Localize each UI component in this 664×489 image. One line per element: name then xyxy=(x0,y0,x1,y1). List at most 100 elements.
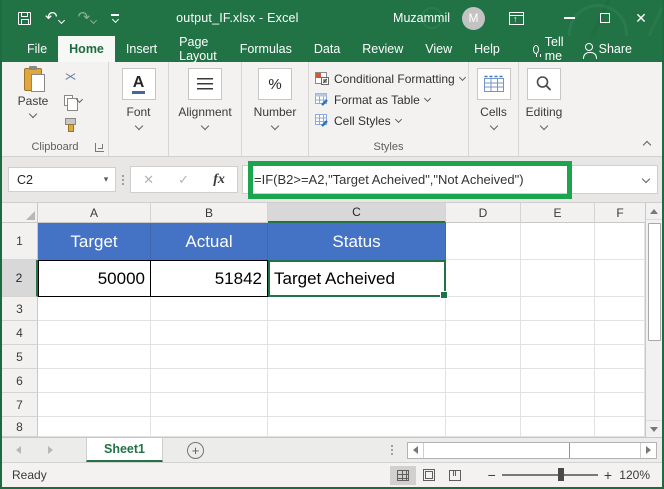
cell-e2[interactable] xyxy=(521,260,595,297)
tab-formulas[interactable]: Formulas xyxy=(229,36,303,62)
redo-button[interactable]: ↷ xyxy=(74,8,101,28)
cell-e3[interactable] xyxy=(521,297,595,321)
cell-b7[interactable] xyxy=(151,393,268,417)
cell-b3[interactable] xyxy=(151,297,268,321)
tab-data[interactable]: Data xyxy=(303,36,351,62)
cell-b6[interactable] xyxy=(151,369,268,393)
cell-c5[interactable] xyxy=(268,345,446,369)
maximize-button[interactable] xyxy=(590,5,620,31)
tab-scroll-grip-icon[interactable] xyxy=(385,445,399,455)
save-button[interactable] xyxy=(14,10,35,27)
cell-e8[interactable] xyxy=(521,417,595,437)
expand-formula-bar-icon[interactable] xyxy=(642,175,650,183)
tab-home[interactable]: Home xyxy=(58,36,115,62)
insert-function-button[interactable]: fx xyxy=(213,172,225,188)
cell-b4[interactable] xyxy=(151,321,268,345)
row-header-3[interactable]: 3 xyxy=(2,297,38,321)
editing-dropdown-button[interactable]: Editing xyxy=(519,62,569,129)
cell-c7[interactable] xyxy=(268,393,446,417)
formula-bar-grip-icon[interactable] xyxy=(116,175,130,185)
cell-e6[interactable] xyxy=(521,369,595,393)
row-header-6[interactable]: 6 xyxy=(2,369,38,393)
row-header-4[interactable]: 4 xyxy=(2,321,38,345)
zoom-slider[interactable] xyxy=(502,474,598,475)
collapse-ribbon-icon[interactable] xyxy=(643,141,651,149)
row-header-8[interactable]: 8 xyxy=(2,417,38,437)
cell-d6[interactable] xyxy=(446,369,521,393)
vertical-scrollbar-thumb[interactable] xyxy=(648,223,661,341)
cell-c8[interactable] xyxy=(268,417,446,437)
cell-b2[interactable]: 51842 xyxy=(151,260,268,297)
cell-b5[interactable] xyxy=(151,345,268,369)
font-dropdown-button[interactable]: A Font xyxy=(109,62,168,129)
cell-f6[interactable] xyxy=(595,369,645,393)
number-dropdown-button[interactable]: % Number xyxy=(242,62,308,129)
clipboard-dialog-launcher-icon[interactable] xyxy=(95,143,104,152)
column-header-a[interactable]: A xyxy=(38,203,151,223)
zoom-out-button[interactable]: − xyxy=(482,467,502,483)
cell-a3[interactable] xyxy=(38,297,151,321)
cell-d8[interactable] xyxy=(446,417,521,437)
cell-e5[interactable] xyxy=(521,345,595,369)
zoom-in-button[interactable]: + xyxy=(598,467,618,483)
cell-a1[interactable]: Target xyxy=(38,223,151,260)
tab-file[interactable]: File xyxy=(16,36,58,62)
format-as-table-button[interactable]: Format as Table xyxy=(315,89,468,110)
cell-c3[interactable] xyxy=(268,297,446,321)
format-painter-button[interactable] xyxy=(64,116,82,131)
cell-f3[interactable] xyxy=(595,297,645,321)
vertical-scrollbar[interactable] xyxy=(645,203,662,437)
zoom-level[interactable]: 120% xyxy=(618,468,662,482)
cut-button[interactable] xyxy=(64,70,82,85)
cell-a6[interactable] xyxy=(38,369,151,393)
tab-page-layout[interactable]: Page Layout xyxy=(168,36,229,62)
cell-a4[interactable] xyxy=(38,321,151,345)
page-break-preview-button[interactable] xyxy=(442,466,468,485)
avatar[interactable]: M xyxy=(462,7,485,30)
tab-view[interactable]: View xyxy=(414,36,463,62)
row-header-1[interactable]: 1 xyxy=(2,223,38,260)
horizontal-scrollbar-thumb[interactable] xyxy=(424,443,570,458)
cell-b8[interactable] xyxy=(151,417,268,437)
cell-f1[interactable] xyxy=(595,223,645,260)
cell-d2[interactable] xyxy=(446,260,521,297)
cell-d3[interactable] xyxy=(446,297,521,321)
column-header-f[interactable]: F xyxy=(595,203,645,223)
tab-insert[interactable]: Insert xyxy=(115,36,168,62)
tab-review[interactable]: Review xyxy=(351,36,414,62)
previous-sheet-button[interactable] xyxy=(2,438,34,462)
page-layout-view-button[interactable] xyxy=(416,466,442,485)
share-button[interactable]: Share xyxy=(577,36,640,62)
cell-d5[interactable] xyxy=(446,345,521,369)
conditional-formatting-button[interactable]: Conditional Formatting xyxy=(315,68,468,89)
cell-styles-button[interactable]: Cell Styles xyxy=(315,110,468,131)
cell-f4[interactable] xyxy=(595,321,645,345)
column-header-c[interactable]: C xyxy=(268,203,446,223)
close-button[interactable]: ✕ xyxy=(626,5,656,31)
cell-d7[interactable] xyxy=(446,393,521,417)
ribbon-display-options-icon[interactable] xyxy=(509,12,524,25)
cell-d4[interactable] xyxy=(446,321,521,345)
horizontal-scrollbar[interactable] xyxy=(407,442,657,459)
cell-a2[interactable]: 50000 xyxy=(38,260,151,297)
cell-f8[interactable] xyxy=(595,417,645,437)
normal-view-button[interactable] xyxy=(390,466,416,485)
scroll-up-button[interactable] xyxy=(646,203,662,220)
cell-b1[interactable]: Actual xyxy=(151,223,268,260)
enter-button[interactable]: ✓ xyxy=(178,172,189,188)
cell-f7[interactable] xyxy=(595,393,645,417)
select-all-corner[interactable] xyxy=(2,203,38,223)
scroll-right-button[interactable] xyxy=(640,443,656,458)
name-box[interactable]: C2 ▾ xyxy=(8,167,116,192)
cell-c1[interactable]: Status xyxy=(268,223,446,260)
cell-e4[interactable] xyxy=(521,321,595,345)
row-header-2[interactable]: 2 xyxy=(2,260,38,297)
customize-quick-access-button[interactable] xyxy=(106,12,124,24)
cell-e7[interactable] xyxy=(521,393,595,417)
next-sheet-button[interactable] xyxy=(34,438,66,462)
account-user-name[interactable]: Muzammil xyxy=(393,11,450,25)
cell-f2[interactable] xyxy=(595,260,645,297)
minimize-button[interactable] xyxy=(554,5,584,31)
zoom-slider-thumb[interactable] xyxy=(558,468,564,481)
row-header-5[interactable]: 5 xyxy=(2,345,38,369)
